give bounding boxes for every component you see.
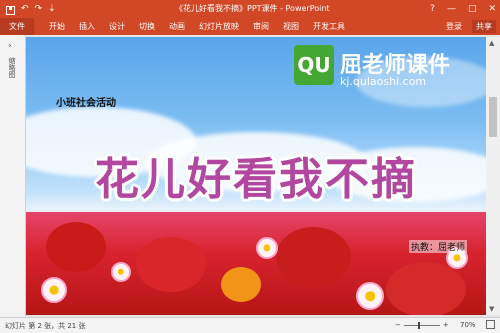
vertical-scrollbar[interactable]: ▲ ▼ [486, 37, 500, 315]
redo-icon[interactable]: ↷ [35, 2, 43, 16]
tab-file[interactable]: 文件 [0, 18, 34, 35]
scroll-up-icon[interactable]: ▲ [489, 39, 494, 47]
zoom-level[interactable]: 70% [460, 321, 476, 329]
pink-daisy [256, 237, 278, 259]
zoom-in-button[interactable]: + [443, 321, 449, 329]
tab-home[interactable]: 开始 [42, 18, 72, 35]
pink-daisy [356, 282, 384, 310]
close-icon[interactable]: ✕ [488, 1, 496, 17]
pink-daisy [111, 262, 131, 282]
customize-qat-icon[interactable]: ⇣ [48, 2, 56, 16]
scrollbar-thumb[interactable] [489, 97, 497, 137]
ribbon-tabs: 文件 开始 插入 设计 切换 动画 幻灯片放映 审阅 视图 开发工具 登录 共享 [0, 18, 500, 35]
quick-access-toolbar: ↶ ↷ ⇣ [6, 2, 56, 16]
tab-slideshow[interactable]: 幻灯片放映 [192, 18, 246, 35]
zoom-track[interactable] [403, 321, 440, 329]
save-icon[interactable] [6, 5, 15, 15]
tab-insert[interactable]: 插入 [72, 18, 102, 35]
red-flower [136, 237, 206, 292]
tab-transitions[interactable]: 切换 [132, 18, 162, 35]
fit-to-window-icon[interactable] [486, 320, 495, 329]
scroll-down-icon[interactable]: ▼ [489, 305, 494, 313]
slide-subtitle[interactable]: 小班社会活动 [56, 94, 116, 109]
help-icon[interactable]: ? [430, 1, 435, 17]
tab-view[interactable]: 视图 [276, 18, 306, 35]
status-bar: 幻灯片 第 2 张，共 21 张 − + 70% [0, 317, 500, 333]
red-flower [276, 227, 351, 287]
thumbnail-pane: › 缩略图 [0, 35, 26, 317]
tab-animations[interactable]: 动画 [162, 18, 192, 35]
zoom-slider[interactable]: − + [395, 321, 449, 329]
tab-list: 开始 插入 设计 切换 动画 幻灯片放映 审阅 视图 开发工具 [42, 18, 352, 35]
slide-count: 幻灯片 第 2 张，共 21 张 [5, 322, 86, 330]
minimize-icon[interactable]: — [447, 1, 456, 17]
red-flower [386, 262, 466, 315]
tab-review[interactable]: 审阅 [246, 18, 276, 35]
thumbnail-pane-label[interactable]: 缩略图 [7, 57, 17, 78]
maximize-icon[interactable]: □ [468, 1, 477, 17]
slide-author[interactable]: 执教：屈老师 [409, 240, 468, 253]
tab-developer[interactable]: 开发工具 [306, 18, 352, 35]
undo-icon[interactable]: ↶ [21, 2, 29, 16]
pink-daisy [41, 277, 67, 303]
watermark-logo: QU 屈老师课件 kj.qulaoshi.com [294, 45, 494, 91]
tab-design[interactable]: 设计 [102, 18, 132, 35]
slide-main-title[interactable]: 花儿好看我不摘 [66, 143, 446, 207]
logo-icon: QU [294, 45, 334, 85]
login-button[interactable]: 登录 [446, 18, 462, 35]
window-controls: ? — □ ✕ [430, 1, 496, 17]
watermark-url: kj.qulaoshi.com [340, 75, 427, 88]
orange-flower [221, 267, 261, 302]
share-button[interactable]: 共享 [472, 20, 496, 33]
chevron-right-icon[interactable]: › [8, 41, 12, 51]
red-flower [46, 222, 106, 272]
window-title: 《花儿好看我不摘》PPT课件 - PowerPoint [175, 4, 330, 13]
zoom-out-button[interactable]: − [395, 321, 401, 329]
title-bar: ↶ ↷ ⇣ 《花儿好看我不摘》PPT课件 - PowerPoint ? — □ … [0, 0, 500, 18]
